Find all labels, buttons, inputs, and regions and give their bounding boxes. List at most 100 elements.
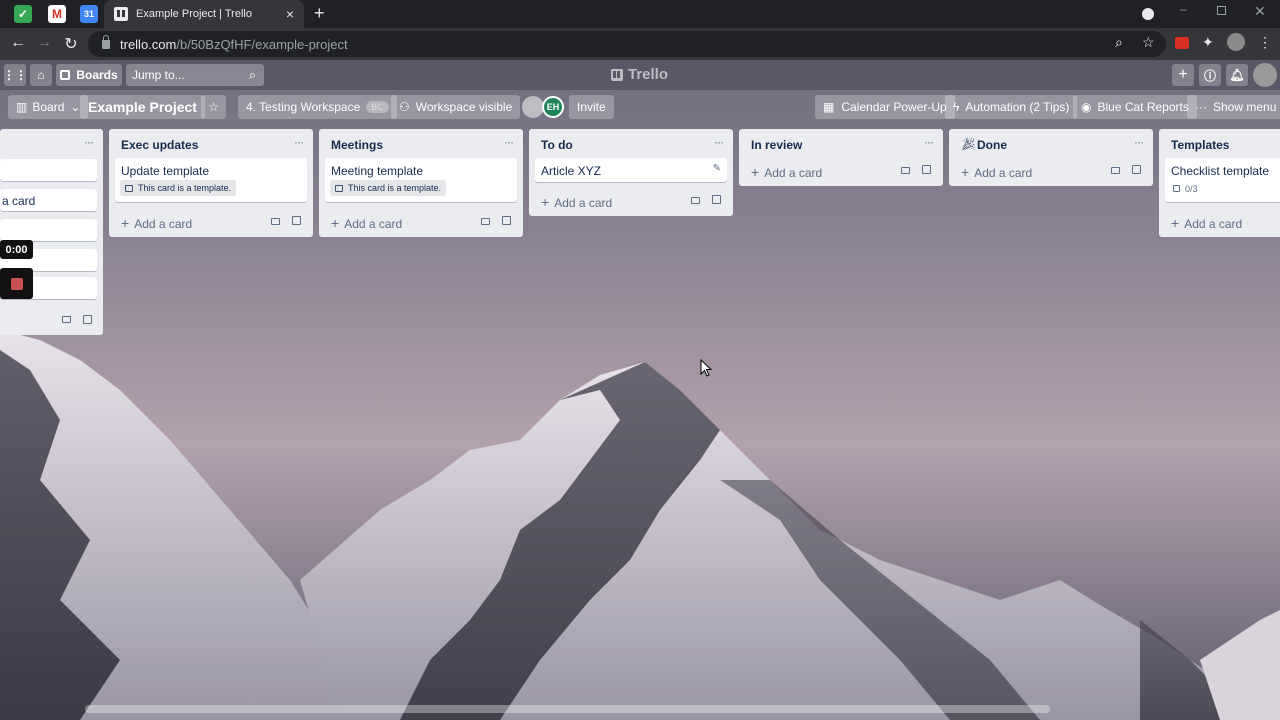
maximize-icon[interactable] xyxy=(1217,6,1226,15)
visibility-button[interactable]: ⚇ Workspace visible xyxy=(391,95,521,119)
reload-icon[interactable]: ↻ xyxy=(61,34,81,54)
card-checklist-template[interactable]: Checklist template 0/3 xyxy=(1165,158,1280,202)
jump-to-search-input[interactable]: Jump to... ⌕ xyxy=(126,64,264,86)
pinned-tab-checkmark-icon[interactable]: ✓ xyxy=(14,5,32,23)
calendar-powerup-button[interactable]: ▦ Calendar Power-Up xyxy=(815,95,955,119)
calendar-icon: ▦ xyxy=(823,100,835,114)
card-template-icon[interactable] xyxy=(1111,167,1120,174)
create-from-template-icon[interactable] xyxy=(922,165,931,174)
address-bar[interactable]: trello.com/b/50BzQfHF/example-project xyxy=(88,31,1166,57)
tab-search-icon[interactable] xyxy=(1142,8,1154,20)
card-template-icon[interactable] xyxy=(481,218,490,225)
pinned-tab-gmail-icon[interactable]: M xyxy=(48,5,66,23)
board-horizontal-scrollbar[interactable] xyxy=(85,705,1050,713)
star-board-icon[interactable]: ☆ xyxy=(201,95,226,119)
trello-logo[interactable]: Trello xyxy=(611,66,668,83)
boards-button[interactable]: Boards xyxy=(56,64,122,86)
list-title[interactable]: Done xyxy=(977,138,1007,152)
list-title[interactable]: In review xyxy=(751,138,802,152)
create-from-template-icon[interactable] xyxy=(1132,165,1141,174)
user-avatar[interactable] xyxy=(1253,63,1277,87)
card-template-icon[interactable] xyxy=(901,167,910,174)
extensions-puzzle-icon[interactable]: ✦ xyxy=(1202,34,1214,51)
add-card-button[interactable]: + Add a card xyxy=(1171,215,1242,231)
browser-tab-active[interactable]: Example Project | Trello × xyxy=(104,0,304,28)
window-close-icon[interactable]: ✕ xyxy=(1254,3,1266,20)
notifications-bell-icon[interactable]: 🔔︎ xyxy=(1226,64,1248,86)
list-menu-dots-icon[interactable]: ··· xyxy=(714,135,724,149)
close-tab-icon[interactable]: × xyxy=(286,6,294,22)
browser-tab-bar: ✓ M 31 Example Project | Trello × + – ✕ xyxy=(0,0,1280,28)
new-tab-button[interactable]: + xyxy=(314,3,325,24)
board-view-switcher[interactable]: ▥ Board ⌄ xyxy=(8,95,89,119)
board-title[interactable]: Example Project xyxy=(80,95,205,119)
trello-favicon-icon xyxy=(114,7,128,21)
bookmark-star-icon[interactable]: ☆ xyxy=(1142,34,1155,51)
lightning-icon: ϟ xyxy=(953,100,960,114)
extension-red-icon[interactable] xyxy=(1175,37,1189,49)
card-update-template[interactable]: Update template This card is a template. xyxy=(115,158,307,202)
card-title: Checklist template xyxy=(1171,164,1270,178)
card-partial-2[interactable]: a card xyxy=(0,189,97,211)
more-dots-icon: ··· xyxy=(1195,100,1207,114)
add-card-button[interactable]: + Add a card xyxy=(121,215,192,231)
forward-arrow-icon[interactable]: → xyxy=(34,34,54,52)
create-plus-icon[interactable]: + xyxy=(1172,64,1194,86)
profile-avatar-icon[interactable] xyxy=(1227,33,1245,51)
member-avatar-initials[interactable]: EH xyxy=(542,96,564,118)
create-from-template-icon[interactable] xyxy=(292,216,301,225)
plus-icon: + xyxy=(1171,215,1180,231)
card-template-icon[interactable] xyxy=(62,316,71,323)
list-title[interactable]: To do xyxy=(541,138,573,152)
create-from-template-icon[interactable] xyxy=(712,195,721,204)
add-card-label: Add a card xyxy=(974,166,1033,180)
template-badge: This card is a template. xyxy=(330,180,447,196)
add-card-button[interactable]: + Add a card xyxy=(751,164,822,180)
list-menu-dots-icon[interactable]: ··· xyxy=(1134,135,1144,149)
mouse-cursor-icon xyxy=(700,359,712,377)
card-partial-3[interactable] xyxy=(0,219,97,241)
minimize-icon[interactable]: – xyxy=(1180,2,1187,16)
list-title[interactable]: Templates xyxy=(1171,138,1229,152)
show-menu-button[interactable]: ··· Show menu xyxy=(1187,95,1280,119)
add-card-button[interactable]: + Add a card xyxy=(541,194,612,210)
zoom-search-icon[interactable]: ⌕ xyxy=(1115,34,1123,51)
card-partial-1[interactable] xyxy=(0,159,97,181)
home-icon[interactable]: ⌂ xyxy=(30,64,52,86)
add-card-label: Add a card xyxy=(344,217,403,231)
automation-button[interactable]: ϟ Automation (2 Tips) xyxy=(945,95,1078,119)
card-template-icon[interactable] xyxy=(691,197,700,204)
create-from-template-icon[interactable] xyxy=(502,216,511,225)
info-icon[interactable]: ⓘ xyxy=(1199,64,1221,86)
list-title[interactable]: Meetings xyxy=(331,138,383,152)
list-menu-dots-icon[interactable]: ··· xyxy=(84,135,94,149)
list-title[interactable]: Exec updates xyxy=(121,138,198,152)
back-arrow-icon[interactable]: ← xyxy=(8,34,28,52)
app-switcher-grid-icon[interactable]: ⋮⋮ xyxy=(3,64,27,86)
card-meeting-template[interactable]: Meeting template This card is a template… xyxy=(325,158,517,202)
list-menu-dots-icon[interactable]: ··· xyxy=(294,135,304,149)
plus-icon: + xyxy=(541,194,550,210)
invite-button[interactable]: Invite xyxy=(569,95,614,119)
list-menu-dots-icon[interactable]: ··· xyxy=(924,135,934,149)
list-to-do: To do ··· Article XYZ ✎ + Add a card xyxy=(529,129,733,216)
chrome-menu-icon[interactable]: ⋮ xyxy=(1258,34,1272,51)
stop-recording-button[interactable] xyxy=(0,268,33,299)
card-title: Update template xyxy=(121,164,210,178)
trello-header: ⋮⋮ ⌂ Boards Jump to... ⌕ Trello + ⓘ 🔔︎ xyxy=(0,60,1280,90)
pinned-tab-calendar-icon[interactable]: 31 xyxy=(80,5,98,23)
boards-label: Boards xyxy=(76,68,118,82)
card-article-xyz[interactable]: Article XYZ ✎ xyxy=(535,158,727,182)
plus-icon: + xyxy=(121,215,130,231)
people-icon: ⚇ xyxy=(399,100,410,114)
create-from-template-icon[interactable] xyxy=(83,315,92,324)
edit-pencil-icon[interactable]: ✎ xyxy=(713,163,721,174)
list-menu-dots-icon[interactable]: ··· xyxy=(504,135,514,149)
add-card-button[interactable]: + Add a card xyxy=(961,164,1032,180)
blue-cat-reports-button[interactable]: ◉ Blue Cat Reports xyxy=(1073,95,1197,119)
card-template-icon[interactable] xyxy=(271,218,280,225)
member-avatar-photo[interactable] xyxy=(522,96,544,118)
workspace-button[interactable]: 4. Testing Workspace BC xyxy=(238,95,397,119)
party-popper-icon: 🎉︎ xyxy=(961,137,977,151)
add-card-button[interactable]: + Add a card xyxy=(331,215,402,231)
